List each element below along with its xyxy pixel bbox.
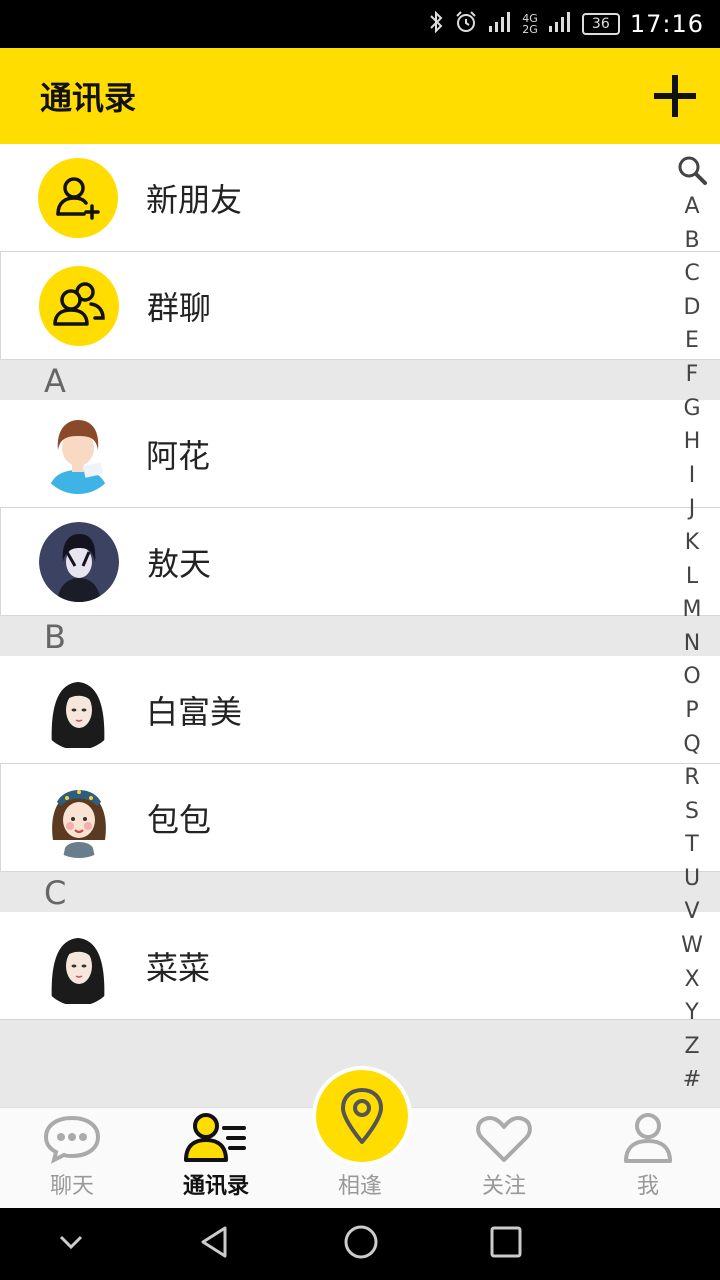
location-pin-icon	[341, 1088, 383, 1144]
contact-name: 包包	[147, 800, 212, 839]
index-letter[interactable]: A	[684, 190, 699, 224]
index-letter[interactable]: T	[685, 828, 698, 862]
index-letter[interactable]: J	[689, 492, 696, 526]
index-letter[interactable]: B	[684, 224, 699, 258]
index-letter[interactable]: X	[684, 963, 699, 997]
new-friends-label: 新朋友	[146, 180, 243, 219]
bluetooth-icon	[428, 10, 444, 39]
index-letter[interactable]: U	[684, 862, 700, 896]
index-letter[interactable]: L	[686, 560, 698, 594]
index-letter[interactable]: W	[681, 929, 703, 963]
search-icon[interactable]	[676, 150, 708, 190]
tab-follow[interactable]: 关注	[432, 1108, 576, 1208]
avatar	[38, 669, 118, 750]
contact-row[interactable]: 敖天	[0, 508, 720, 616]
chat-icon	[43, 1115, 101, 1164]
signal-icon-2	[548, 11, 572, 38]
index-letter[interactable]: #	[683, 1063, 701, 1097]
index-letter[interactable]: C	[684, 257, 699, 291]
chevron-down-icon[interactable]	[55, 1226, 87, 1262]
index-letter[interactable]: P	[685, 694, 698, 728]
signal-icon	[488, 11, 512, 38]
alarm-icon	[454, 10, 478, 39]
new-friends-row[interactable]: 新朋友	[0, 144, 720, 252]
section-header-a: A	[0, 360, 720, 400]
recents-icon[interactable]	[489, 1225, 523, 1263]
battery-icon: 36	[581, 13, 620, 35]
status-time: 17:16	[629, 10, 704, 38]
tab-me[interactable]: 我	[576, 1108, 720, 1208]
index-letter[interactable]: K	[685, 526, 699, 560]
home-icon[interactable]	[343, 1224, 379, 1264]
contact-list: 新朋友 群聊 A 阿花 敖天 B 白富美 包包 C 菜菜	[0, 144, 720, 1020]
network-type-bottom: 2G	[522, 23, 538, 36]
index-letter[interactable]: Z	[684, 1030, 699, 1064]
contact-name: 阿花	[146, 436, 211, 475]
index-letter[interactable]: G	[683, 392, 700, 426]
contact-row[interactable]: 包包	[0, 764, 720, 872]
avatar	[39, 521, 119, 602]
index-letter[interactable]: S	[685, 795, 699, 829]
network-type: 4G 2G	[522, 13, 538, 35]
add-person-icon	[38, 157, 118, 238]
contact-name: 白富美	[146, 692, 243, 731]
tab-follow-label: 关注	[481, 1174, 526, 1199]
alphabet-index[interactable]: A B C D E F G H I J K L M N O P Q R S T …	[670, 150, 714, 1097]
section-header-b: B	[0, 616, 720, 656]
contact-row[interactable]: 白富美	[0, 656, 720, 764]
index-letter[interactable]: I	[689, 459, 696, 493]
system-nav-bar	[0, 1208, 720, 1280]
index-letter[interactable]: M	[683, 593, 702, 627]
page-title: 通讯录	[40, 79, 137, 117]
section-header-c: C	[0, 872, 720, 912]
index-letter[interactable]: Q	[683, 728, 700, 762]
tab-me-label: 我	[636, 1174, 659, 1199]
avatar	[38, 413, 118, 494]
tab-meet-label: 相逢	[337, 1174, 382, 1199]
heart-icon	[476, 1116, 532, 1162]
index-letter[interactable]: Y	[685, 996, 698, 1030]
tab-chat-label: 聊天	[49, 1174, 94, 1199]
index-letter[interactable]: H	[684, 425, 701, 459]
index-letter[interactable]: E	[685, 324, 699, 358]
index-letter[interactable]: O	[683, 660, 700, 694]
avatar	[39, 777, 119, 858]
add-button[interactable]	[650, 71, 700, 121]
app-bar: 通讯录	[0, 48, 720, 144]
group-chat-row[interactable]: 群聊	[0, 252, 720, 360]
status-bar: 4G 2G 36 17:16	[0, 0, 720, 48]
contact-row[interactable]: 阿花	[0, 400, 720, 508]
group-chat-label: 群聊	[147, 288, 212, 327]
index-letter[interactable]: R	[684, 761, 699, 795]
index-letter[interactable]: N	[684, 627, 700, 661]
contacts-icon	[184, 1113, 246, 1162]
index-letter[interactable]: V	[684, 895, 699, 929]
index-letter[interactable]: F	[686, 358, 699, 392]
meet-center-button[interactable]	[312, 1066, 412, 1166]
group-icon	[39, 265, 119, 346]
tab-chat[interactable]: 聊天	[0, 1108, 144, 1208]
person-icon	[624, 1113, 672, 1163]
contact-name: 敖天	[147, 544, 212, 583]
tab-contacts-label: 通讯录	[182, 1174, 249, 1199]
tab-contacts[interactable]: 通讯录	[144, 1108, 288, 1208]
back-icon[interactable]	[197, 1224, 233, 1264]
contact-name: 菜菜	[146, 948, 211, 987]
avatar	[38, 925, 118, 1006]
contact-row[interactable]: 菜菜	[0, 912, 720, 1020]
index-letter[interactable]: D	[684, 291, 701, 325]
